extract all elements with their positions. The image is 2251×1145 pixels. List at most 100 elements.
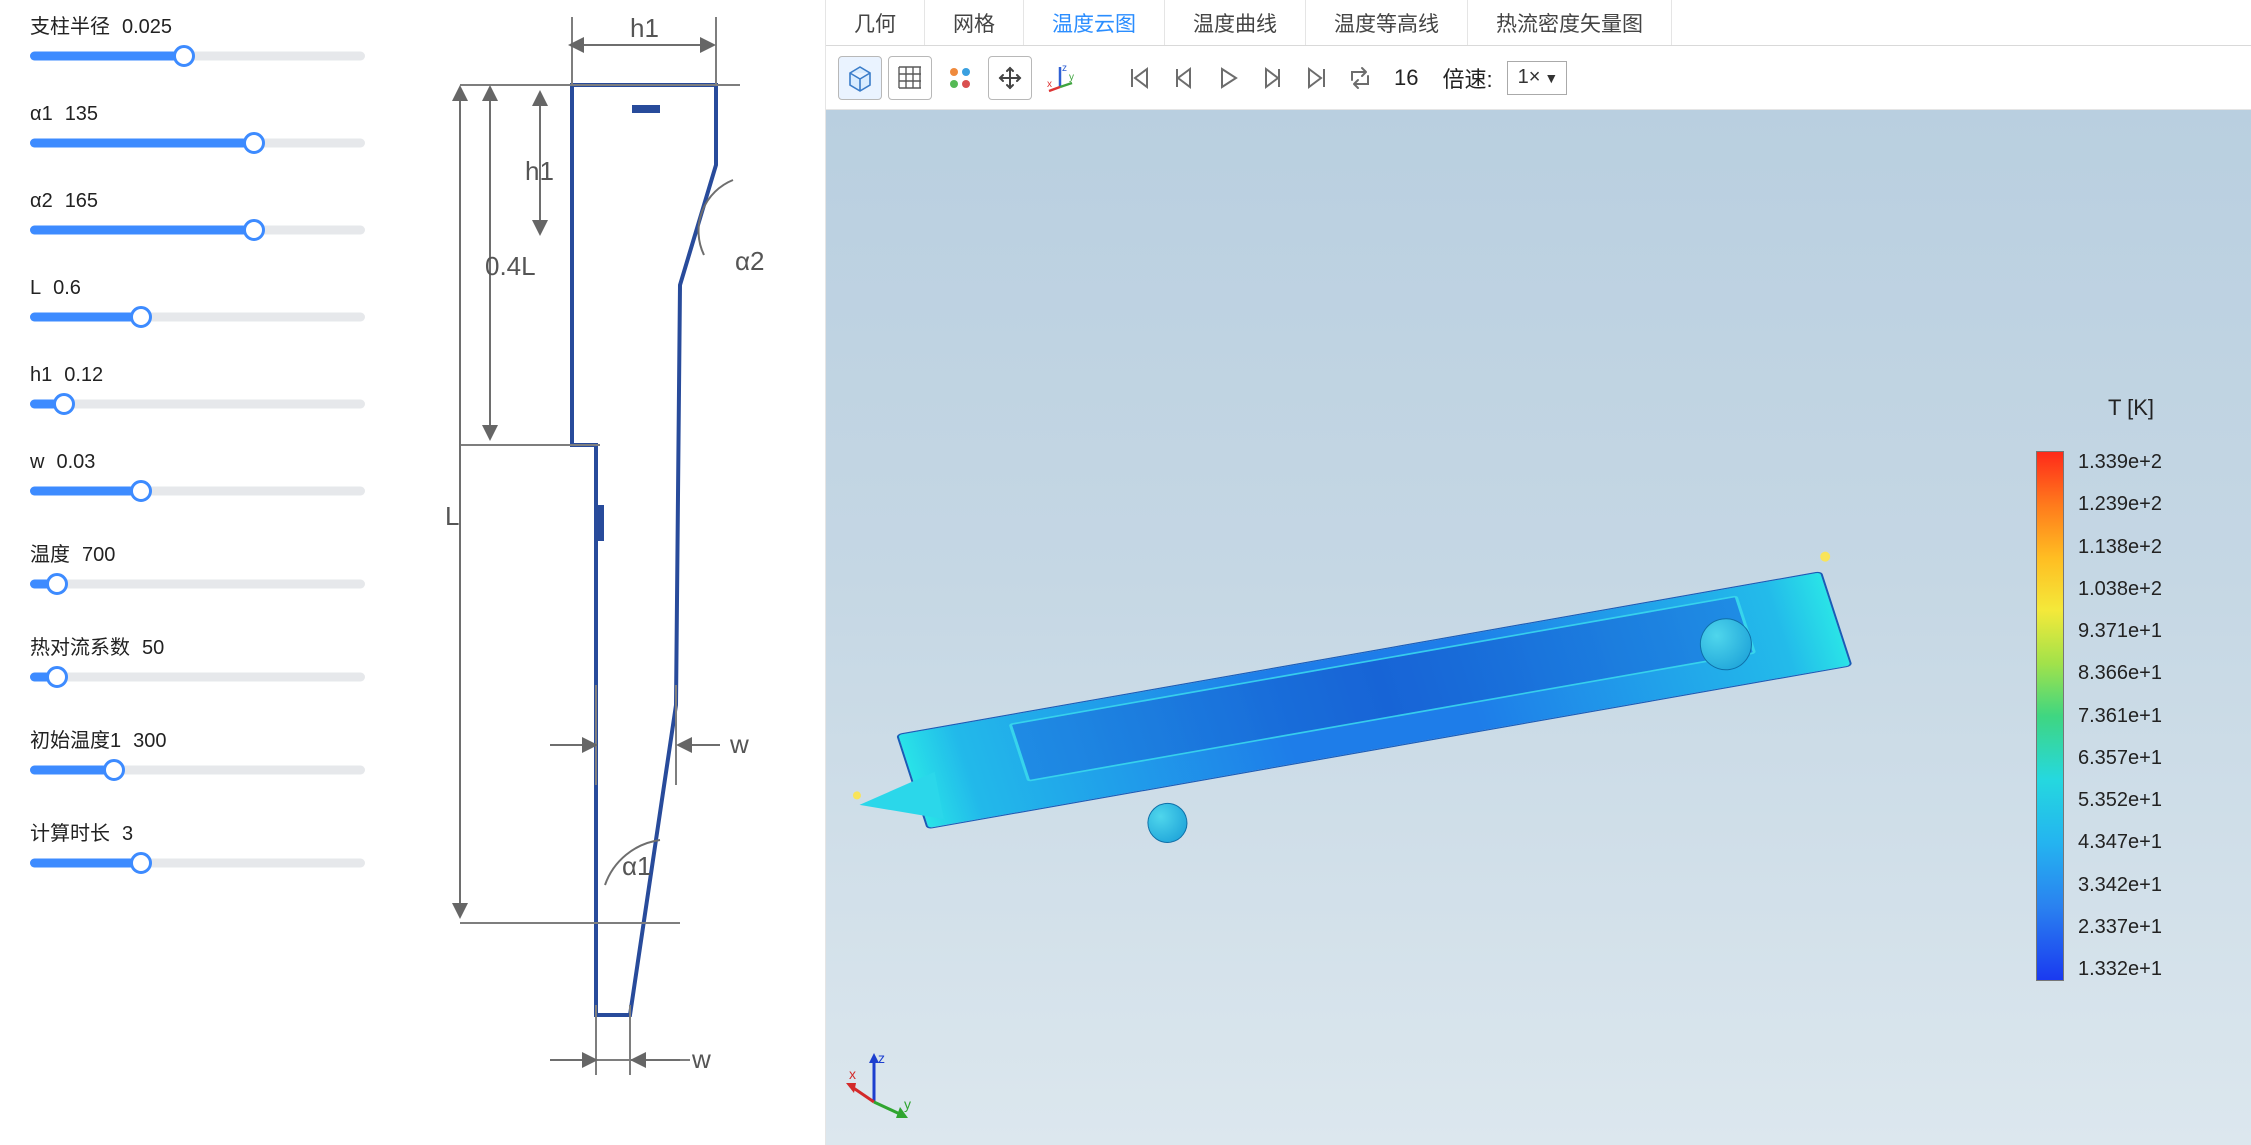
- slider-thumb[interactable]: [53, 393, 75, 415]
- schem-w2: w: [691, 1044, 711, 1074]
- svg-text:x: x: [1047, 79, 1052, 90]
- param-name: α1: [30, 103, 53, 126]
- model-3d: [885, 471, 1866, 949]
- legend-title: T [K]: [2108, 395, 2154, 421]
- speed-label: 倍速:: [1432, 62, 1502, 94]
- slider-thumb[interactable]: [243, 132, 265, 154]
- dots-options-button[interactable]: [938, 56, 982, 100]
- playback-controls: 16 倍速: 1× ▼: [1120, 59, 1567, 97]
- slider-thumb[interactable]: [46, 666, 68, 688]
- parameter-panel: 支柱半径0.025α1135α2165L0.6h10.12w0.03温度700热…: [0, 0, 395, 1145]
- slider-thumb[interactable]: [130, 480, 152, 502]
- tab-1[interactable]: 网格: [925, 0, 1024, 45]
- param-name: α2: [30, 190, 53, 213]
- legend-tick: 5.352e+1: [2078, 789, 2162, 812]
- legend-colorbar: [2036, 451, 2064, 981]
- loop-button[interactable]: [1340, 59, 1380, 97]
- legend-ticks: 1.339e+21.239e+21.138e+21.038e+29.371e+1…: [2078, 451, 2162, 981]
- param-8: 初始温度1300: [30, 724, 365, 779]
- tab-5[interactable]: 热流密度矢量图: [1468, 0, 1672, 45]
- param-slider[interactable]: [30, 482, 365, 500]
- param-slider[interactable]: [30, 47, 365, 65]
- param-value: 165: [65, 190, 98, 213]
- speed-value: 1×: [1518, 66, 1541, 89]
- loop-icon: [1346, 64, 1374, 92]
- legend-tick: 1.038e+2: [2078, 578, 2162, 601]
- play-icon: [1215, 65, 1241, 91]
- skip-last-icon: [1303, 65, 1329, 91]
- slider-thumb[interactable]: [173, 45, 195, 67]
- move-icon: [996, 64, 1024, 92]
- param-2: α2 165: [30, 190, 365, 239]
- step-fwd-icon: [1259, 65, 1285, 91]
- grid-button[interactable]: [888, 56, 932, 100]
- param-value: 135: [65, 103, 98, 126]
- param-value: 50: [142, 637, 164, 660]
- legend-tick: 3.342e+1: [2078, 874, 2162, 897]
- param-slider[interactable]: [30, 854, 365, 872]
- param-slider[interactable]: [30, 395, 365, 413]
- schem-h1-top: h1: [630, 13, 659, 43]
- schem-l: L: [445, 501, 459, 531]
- param-name: 热对流系数: [30, 631, 130, 660]
- svg-text:y: y: [904, 1096, 911, 1112]
- legend-tick: 1.239e+2: [2078, 493, 2162, 516]
- grid-icon: [896, 64, 924, 92]
- tab-2[interactable]: 温度云图: [1024, 0, 1165, 45]
- svg-text:x: x: [849, 1066, 856, 1082]
- schematic-diagram: h1 h1 0.4L L α1 α2 w w: [395, 0, 825, 1145]
- viewport-canvas[interactable]: x z y T [K] 1.339e+21.239e+21.138e+21.03…: [826, 110, 2251, 1145]
- tab-3[interactable]: 温度曲线: [1165, 0, 1306, 45]
- legend-tick: 1.339e+2: [2078, 451, 2162, 474]
- param-slider[interactable]: [30, 308, 365, 326]
- step-forward-button[interactable]: [1252, 59, 1292, 97]
- param-value: 300: [133, 730, 166, 753]
- param-slider[interactable]: [30, 761, 365, 779]
- legend-tick: 6.357e+1: [2078, 747, 2162, 770]
- tab-0[interactable]: 几何: [826, 0, 925, 45]
- param-slider[interactable]: [30, 221, 365, 239]
- param-slider[interactable]: [30, 668, 365, 686]
- tab-4[interactable]: 温度等高线: [1306, 0, 1468, 45]
- step-back-icon: [1171, 65, 1197, 91]
- slider-thumb[interactable]: [46, 573, 68, 595]
- step-back-button[interactable]: [1164, 59, 1204, 97]
- param-value: 700: [82, 544, 115, 567]
- axis-triad-icon: x z y: [844, 1047, 924, 1127]
- first-frame-button[interactable]: [1120, 59, 1160, 97]
- param-value: 0.025: [122, 16, 172, 39]
- slider-thumb[interactable]: [130, 306, 152, 328]
- param-7: 热对流系数 50: [30, 631, 365, 686]
- param-3: L0.6: [30, 277, 365, 326]
- play-button[interactable]: [1208, 59, 1248, 97]
- last-frame-button[interactable]: [1296, 59, 1336, 97]
- axis-icon: z y x: [1045, 63, 1075, 93]
- viewport-wrap: 几何网格温度云图温度曲线温度等高线热流密度矢量图: [825, 0, 2251, 1145]
- slider-thumb[interactable]: [243, 219, 265, 241]
- param-name: 计算时长: [30, 817, 110, 846]
- slider-thumb[interactable]: [103, 759, 125, 781]
- chevron-down-icon: ▼: [1544, 70, 1558, 86]
- legend-tick: 4.347e+1: [2078, 831, 2162, 854]
- schem-a2: α2: [735, 246, 765, 276]
- param-9: 计算时长 3: [30, 817, 365, 872]
- legend-tick: 8.366e+1: [2078, 662, 2162, 685]
- param-value: 3: [122, 823, 133, 846]
- param-value: 0.03: [56, 451, 95, 474]
- param-0: 支柱半径0.025: [30, 10, 365, 65]
- param-slider[interactable]: [30, 134, 365, 152]
- cube-icon: [845, 63, 875, 93]
- param-name: 温度: [30, 538, 70, 567]
- param-name: L: [30, 277, 41, 300]
- slider-thumb[interactable]: [130, 852, 152, 874]
- dots-icon: [946, 64, 974, 92]
- param-slider[interactable]: [30, 575, 365, 593]
- schem-a1: α1: [622, 851, 652, 881]
- color-legend: T [K] 1.339e+21.239e+21.138e+21.038e+29.…: [2036, 395, 2226, 981]
- param-value: 0.12: [64, 364, 103, 387]
- pan-button[interactable]: [988, 56, 1032, 100]
- speed-select[interactable]: 1× ▼: [1507, 61, 1568, 95]
- param-1: α1 135: [30, 103, 365, 152]
- axis-toggle-button[interactable]: z y x: [1038, 56, 1082, 100]
- view-box-button[interactable]: [838, 56, 882, 100]
